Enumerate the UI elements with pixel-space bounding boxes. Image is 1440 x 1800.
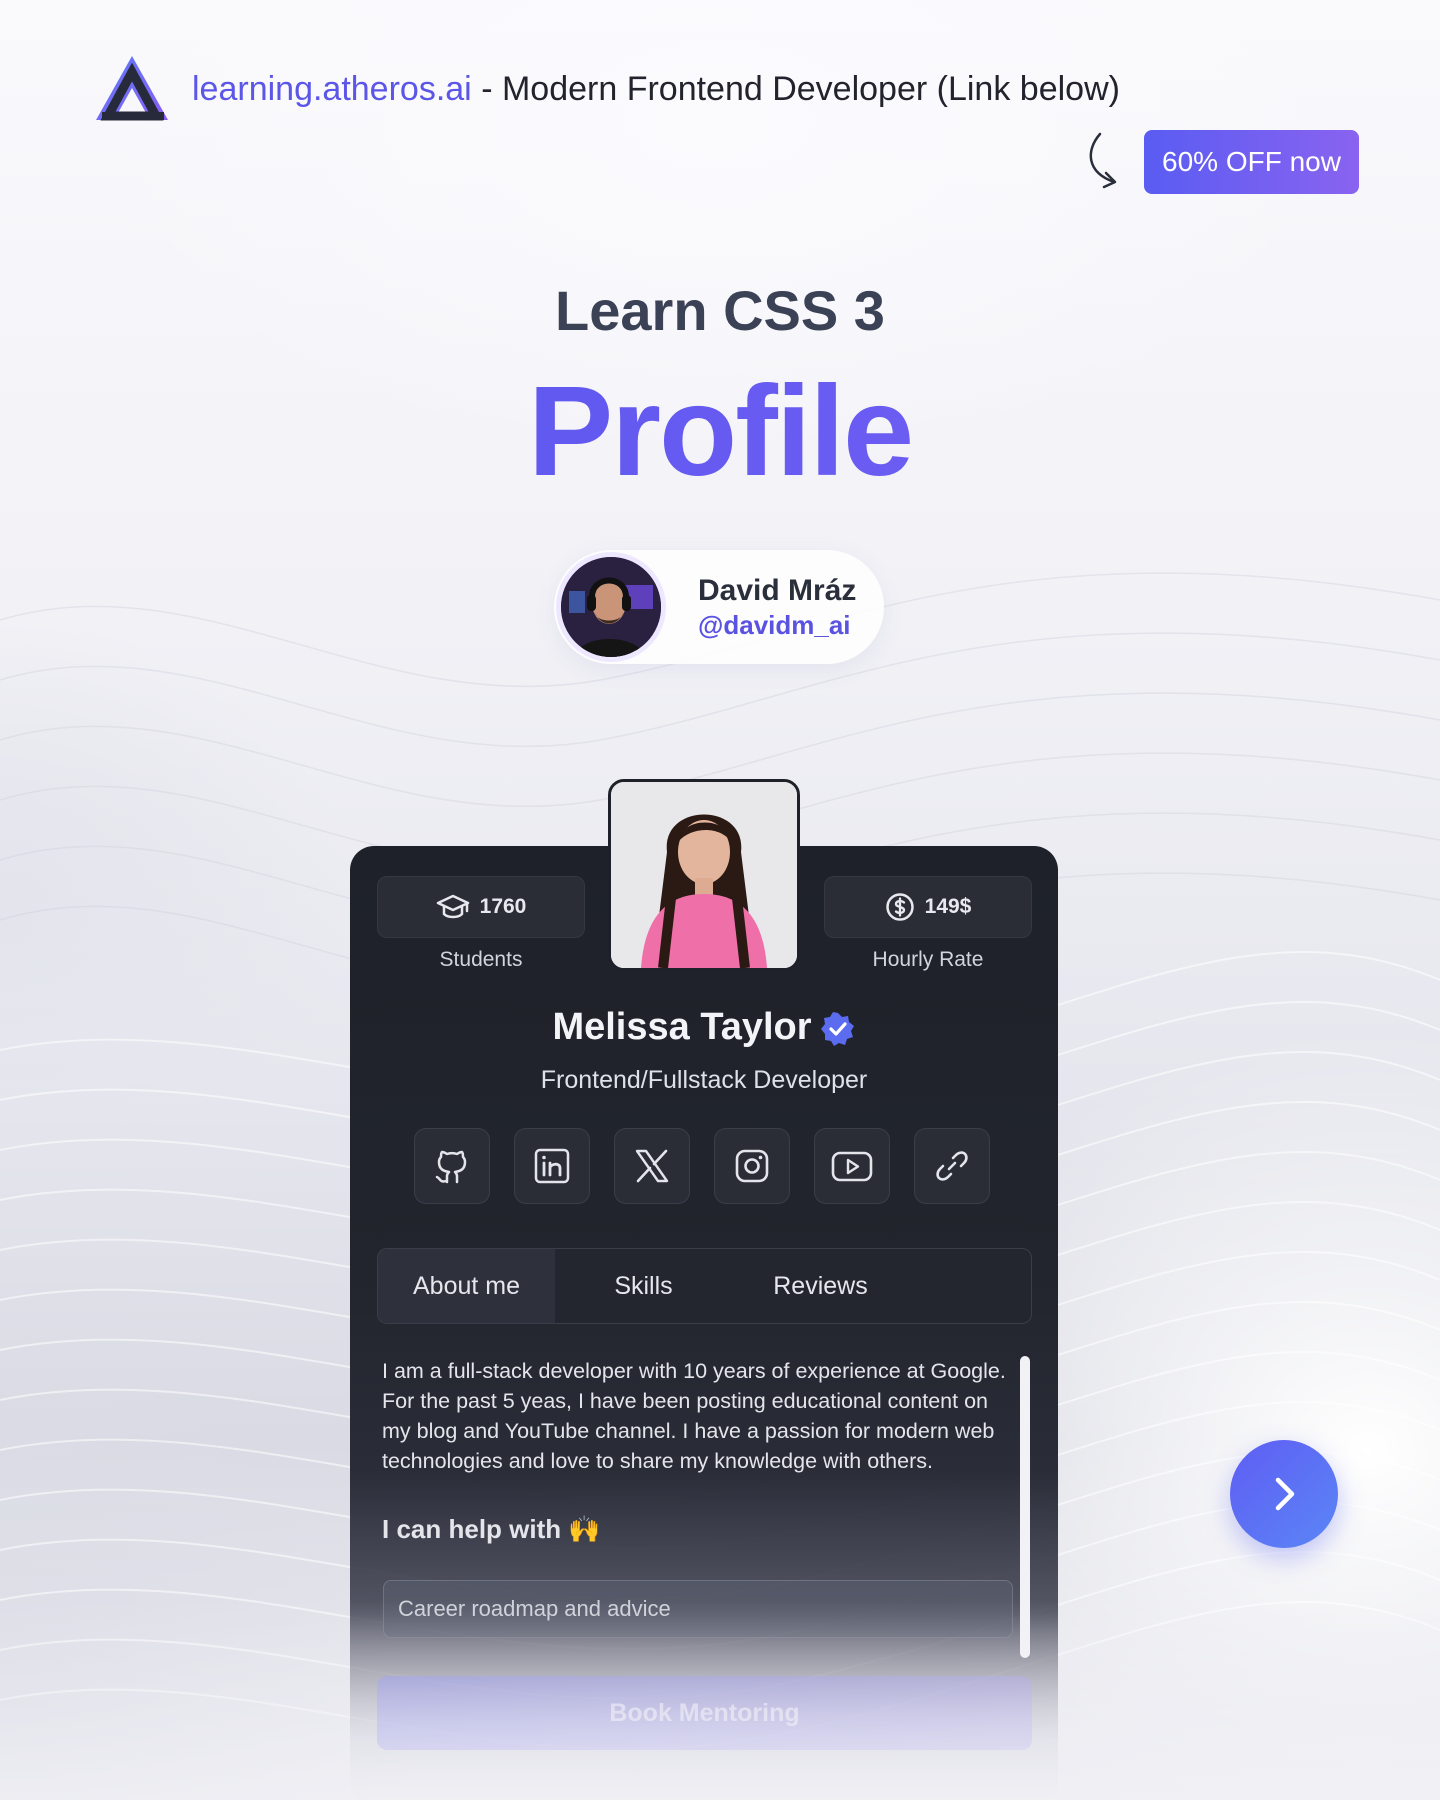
about-scrollbar[interactable] [1020,1356,1030,1658]
x-button[interactable] [614,1128,690,1204]
atheros-logo-icon [96,56,168,121]
instagram-button[interactable] [714,1128,790,1204]
profile-role: Frontend/Fullstack Developer [540,1066,868,1094]
site-link[interactable]: learning.atheros.ai [192,70,472,108]
page-title: Profile [0,358,1440,505]
offer-row: 60% OFF now [1080,130,1359,194]
instagram-icon [735,1149,769,1183]
profile-photo [608,779,800,971]
help-heading-text: I can help with [382,1514,562,1544]
header: learning.atheros.ai - Modern Frontend De… [94,54,1120,124]
github-button[interactable] [414,1128,490,1204]
author-photo [561,557,661,657]
hourly-rate-label: Hourly Rate [872,948,984,971]
social-links [414,1128,990,1204]
youtube-button[interactable] [814,1128,890,1204]
tab-about-me[interactable]: About me [378,1249,555,1323]
book-mentoring-button[interactable]: Book Mentoring [377,1676,1032,1750]
profile-name: Melissa Taylor [350,1006,1058,1049]
students-value: 1760 [479,895,527,918]
link-icon [936,1151,968,1181]
linkedin-icon [534,1148,570,1184]
dollar-icon [885,893,914,921]
tab-reviews[interactable]: Reviews [732,1249,909,1323]
profile-name-text: Melissa Taylor [552,1006,812,1048]
header-tagline: - Modern Frontend Developer (Link below) [471,69,1120,108]
about-text: I am a full-stack developer with 10 year… [382,1359,1006,1473]
chevron-right-icon [1275,1477,1295,1511]
header-title: learning.atheros.ai - Modern Frontend De… [192,70,1120,109]
youtube-icon [831,1151,873,1182]
tab-skills[interactable]: Skills [555,1249,732,1323]
hourly-rate-value: 149$ [924,895,972,918]
author-avatar [556,552,666,662]
offer-button[interactable]: 60% OFF now [1144,130,1359,194]
verified-badge-icon [820,1011,854,1046]
next-slide-button[interactable] [1230,1440,1338,1548]
author-handle[interactable]: @davidm_ai [698,610,851,641]
author-name: David Mráz [698,574,857,607]
page-subtitle: Learn CSS 3 [555,279,885,342]
hourly-rate-stat: 149$ [824,876,1032,938]
curved-arrow-icon [1089,132,1117,189]
help-heading: I can help with 🙌 [382,1514,601,1545]
students-label: Students [439,948,523,971]
website-link-button[interactable] [914,1128,990,1204]
profile-tabs: About me Skills Reviews [377,1248,1032,1324]
help-topic-field[interactable]: Career roadmap and advice [383,1580,1013,1638]
profile-portrait [611,782,797,968]
github-icon [435,1150,467,1184]
x-icon [635,1149,669,1183]
graduation-cap-icon [436,894,469,919]
students-stat: 1760 [377,876,585,938]
author-pill[interactable]: David Mráz @davidm_ai [554,550,884,664]
linkedin-button[interactable] [514,1128,590,1204]
raised-hands-icon: 🙌 [568,1514,601,1544]
